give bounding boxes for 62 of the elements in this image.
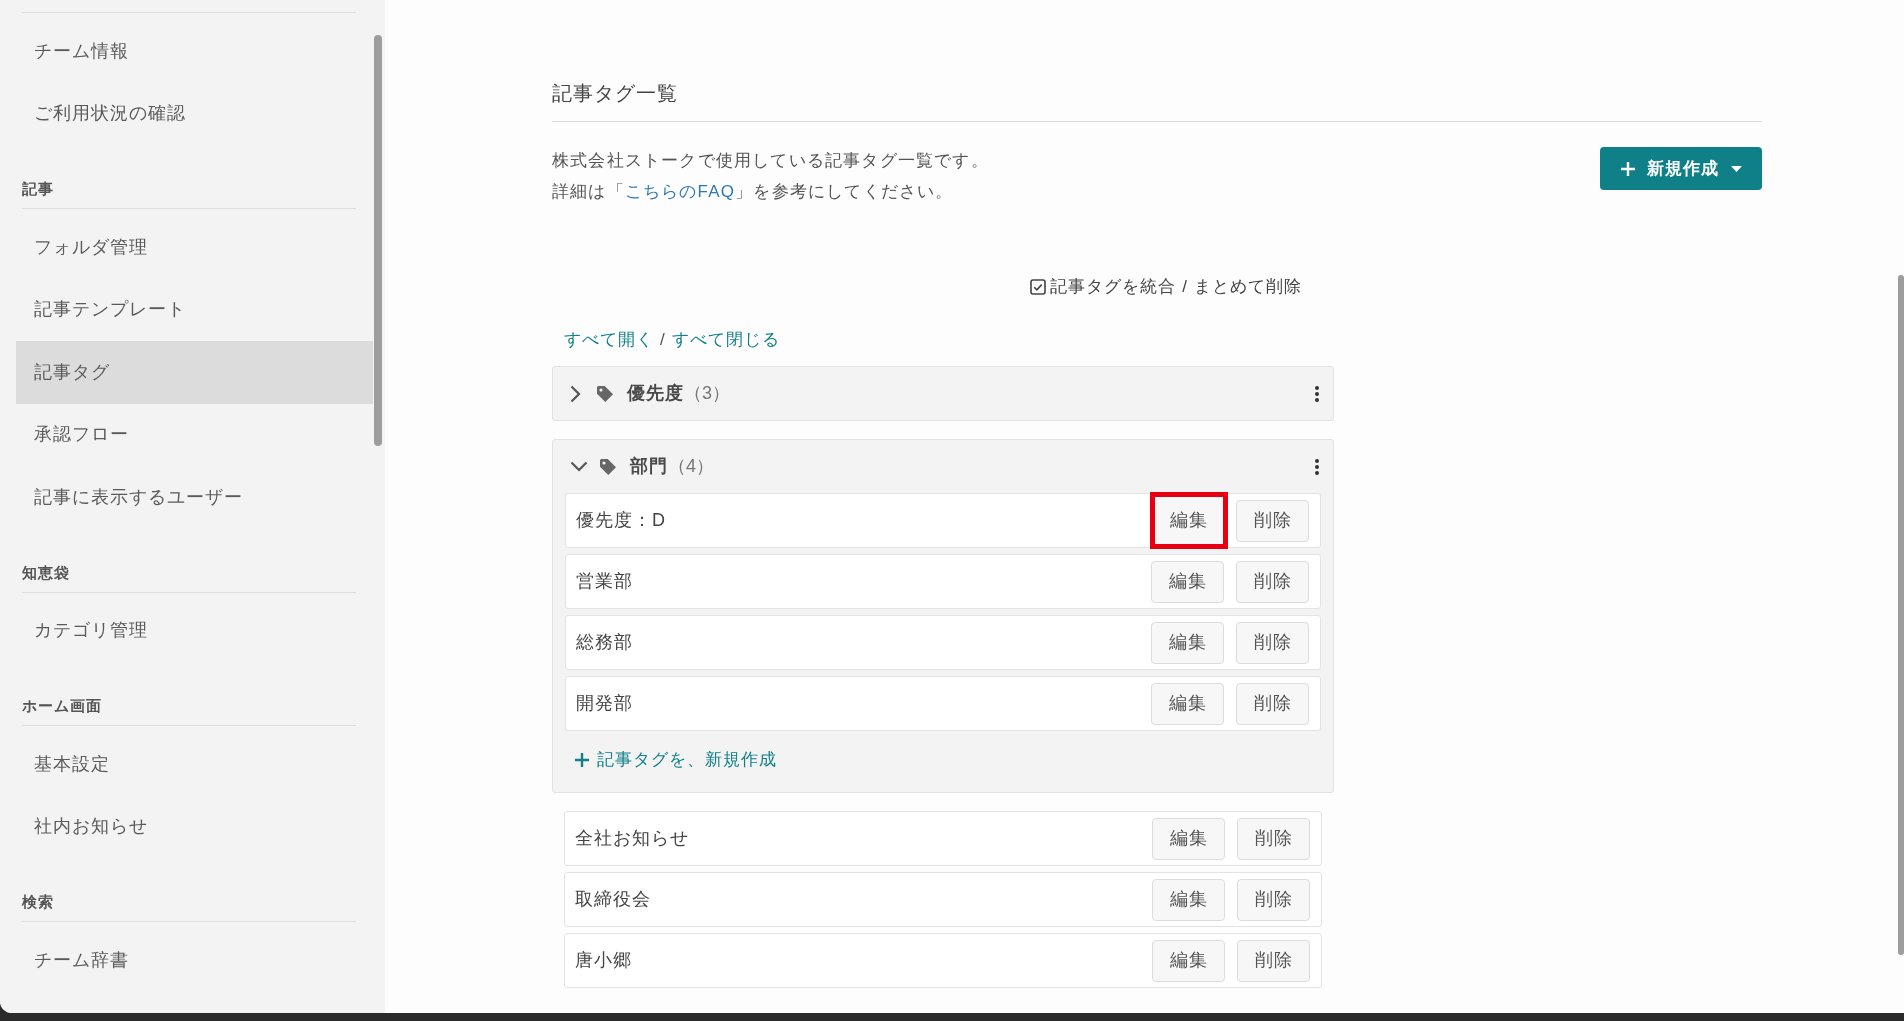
edit-button[interactable]: 編集 <box>1151 621 1224 664</box>
sidebar-item[interactable]: カテゴリ管理 <box>16 599 373 662</box>
sidebar-item[interactable]: チーム辞書 <box>16 929 373 992</box>
page-title: 記事タグ一覧 <box>552 78 1762 122</box>
new-button[interactable]: 新規作成 <box>1600 147 1762 190</box>
sidebar-item[interactable]: 記事タグ <box>16 341 373 404</box>
delete-button[interactable]: 削除 <box>1237 878 1310 921</box>
collapse-all-link[interactable]: すべて閉じる <box>671 330 780 349</box>
caret-down-icon <box>1730 165 1742 172</box>
sidebar-item[interactable]: 記事テンプレート <box>16 278 373 341</box>
merge-delete-link[interactable]: 記事タグを統合 / まとめて削除 <box>1030 274 1302 300</box>
sidebar-item[interactable]: チーム情報 <box>16 20 373 83</box>
delete-button[interactable]: 削除 <box>1237 817 1310 860</box>
delete-button[interactable]: 削除 <box>1236 560 1309 603</box>
tag-name: 営業部 <box>576 570 634 593</box>
checkbox-icon <box>1030 279 1047 295</box>
edit-button[interactable]: 編集 <box>1151 682 1224 725</box>
sidebar-heading: 検索 <box>22 891 356 922</box>
tag-name: 総務部 <box>576 631 634 654</box>
more-options-icon[interactable] <box>1315 385 1319 402</box>
edit-button[interactable]: 編集 <box>1151 560 1224 603</box>
tag-count: （3） <box>684 382 730 405</box>
edit-button[interactable]: 編集 <box>1152 939 1225 982</box>
expand-all-link[interactable]: すべて開く <box>564 330 654 349</box>
group-name[interactable]: 優先度 <box>627 380 684 407</box>
edit-button[interactable]: 編集 <box>1152 878 1225 921</box>
tag-name: 開発部 <box>576 692 634 715</box>
chevron-down-icon[interactable] <box>570 461 588 472</box>
plus-icon <box>575 753 589 767</box>
sidebar-item[interactable]: ご利用状況の確認 <box>16 82 373 145</box>
delete-button[interactable]: 削除 <box>1236 621 1309 664</box>
edit-button[interactable]: 編集 <box>1152 817 1225 860</box>
description-text: 詳細は「こちらのFAQ」を参考にしてください。 <box>552 181 955 203</box>
sidebar-heading: 知恵袋 <box>22 561 356 593</box>
group-name[interactable]: 部門 <box>630 453 668 480</box>
tag-name: 全社お知らせ <box>575 827 690 850</box>
delete-button[interactable]: 削除 <box>1236 682 1309 725</box>
link-separator: / <box>660 330 666 349</box>
scrollbar-thumb[interactable] <box>374 35 382 446</box>
scrollbar-thumb[interactable] <box>1898 275 1904 955</box>
plus-icon <box>1620 161 1635 176</box>
tag-icon <box>600 458 616 475</box>
tag-name: 取締役会 <box>575 888 652 911</box>
faq-link[interactable]: こちらのFAQ <box>624 182 736 201</box>
sidebar-item[interactable]: 基本設定 <box>16 733 373 796</box>
add-tag-link[interactable]: 記事タグを、新規作成 <box>575 747 777 773</box>
delete-button[interactable]: 削除 <box>1237 939 1310 982</box>
sidebar-heading: ホーム画面 <box>22 695 356 726</box>
sidebar-item[interactable]: 記事に表示するユーザー <box>16 466 373 529</box>
edit-button[interactable]: 編集 <box>1150 492 1228 549</box>
tag-name: 優先度：D <box>576 509 667 532</box>
more-options-icon[interactable] <box>1315 458 1319 475</box>
delete-button[interactable]: 削除 <box>1236 499 1309 542</box>
tag-name: 唐小郷 <box>575 949 633 972</box>
chevron-right-icon[interactable] <box>570 384 581 403</box>
sidebar-item[interactable]: 社内お知らせ <box>16 795 373 858</box>
sidebar-heading: 記事 <box>22 178 356 209</box>
tag-icon <box>597 385 613 402</box>
description-text: 株式会社ストークで使用している記事タグ一覧です。 <box>552 150 989 172</box>
sidebar-item[interactable]: フォルダ管理 <box>16 216 373 279</box>
tag-count: （4） <box>668 455 714 478</box>
sidebar-item[interactable]: 承認フロー <box>16 403 373 466</box>
